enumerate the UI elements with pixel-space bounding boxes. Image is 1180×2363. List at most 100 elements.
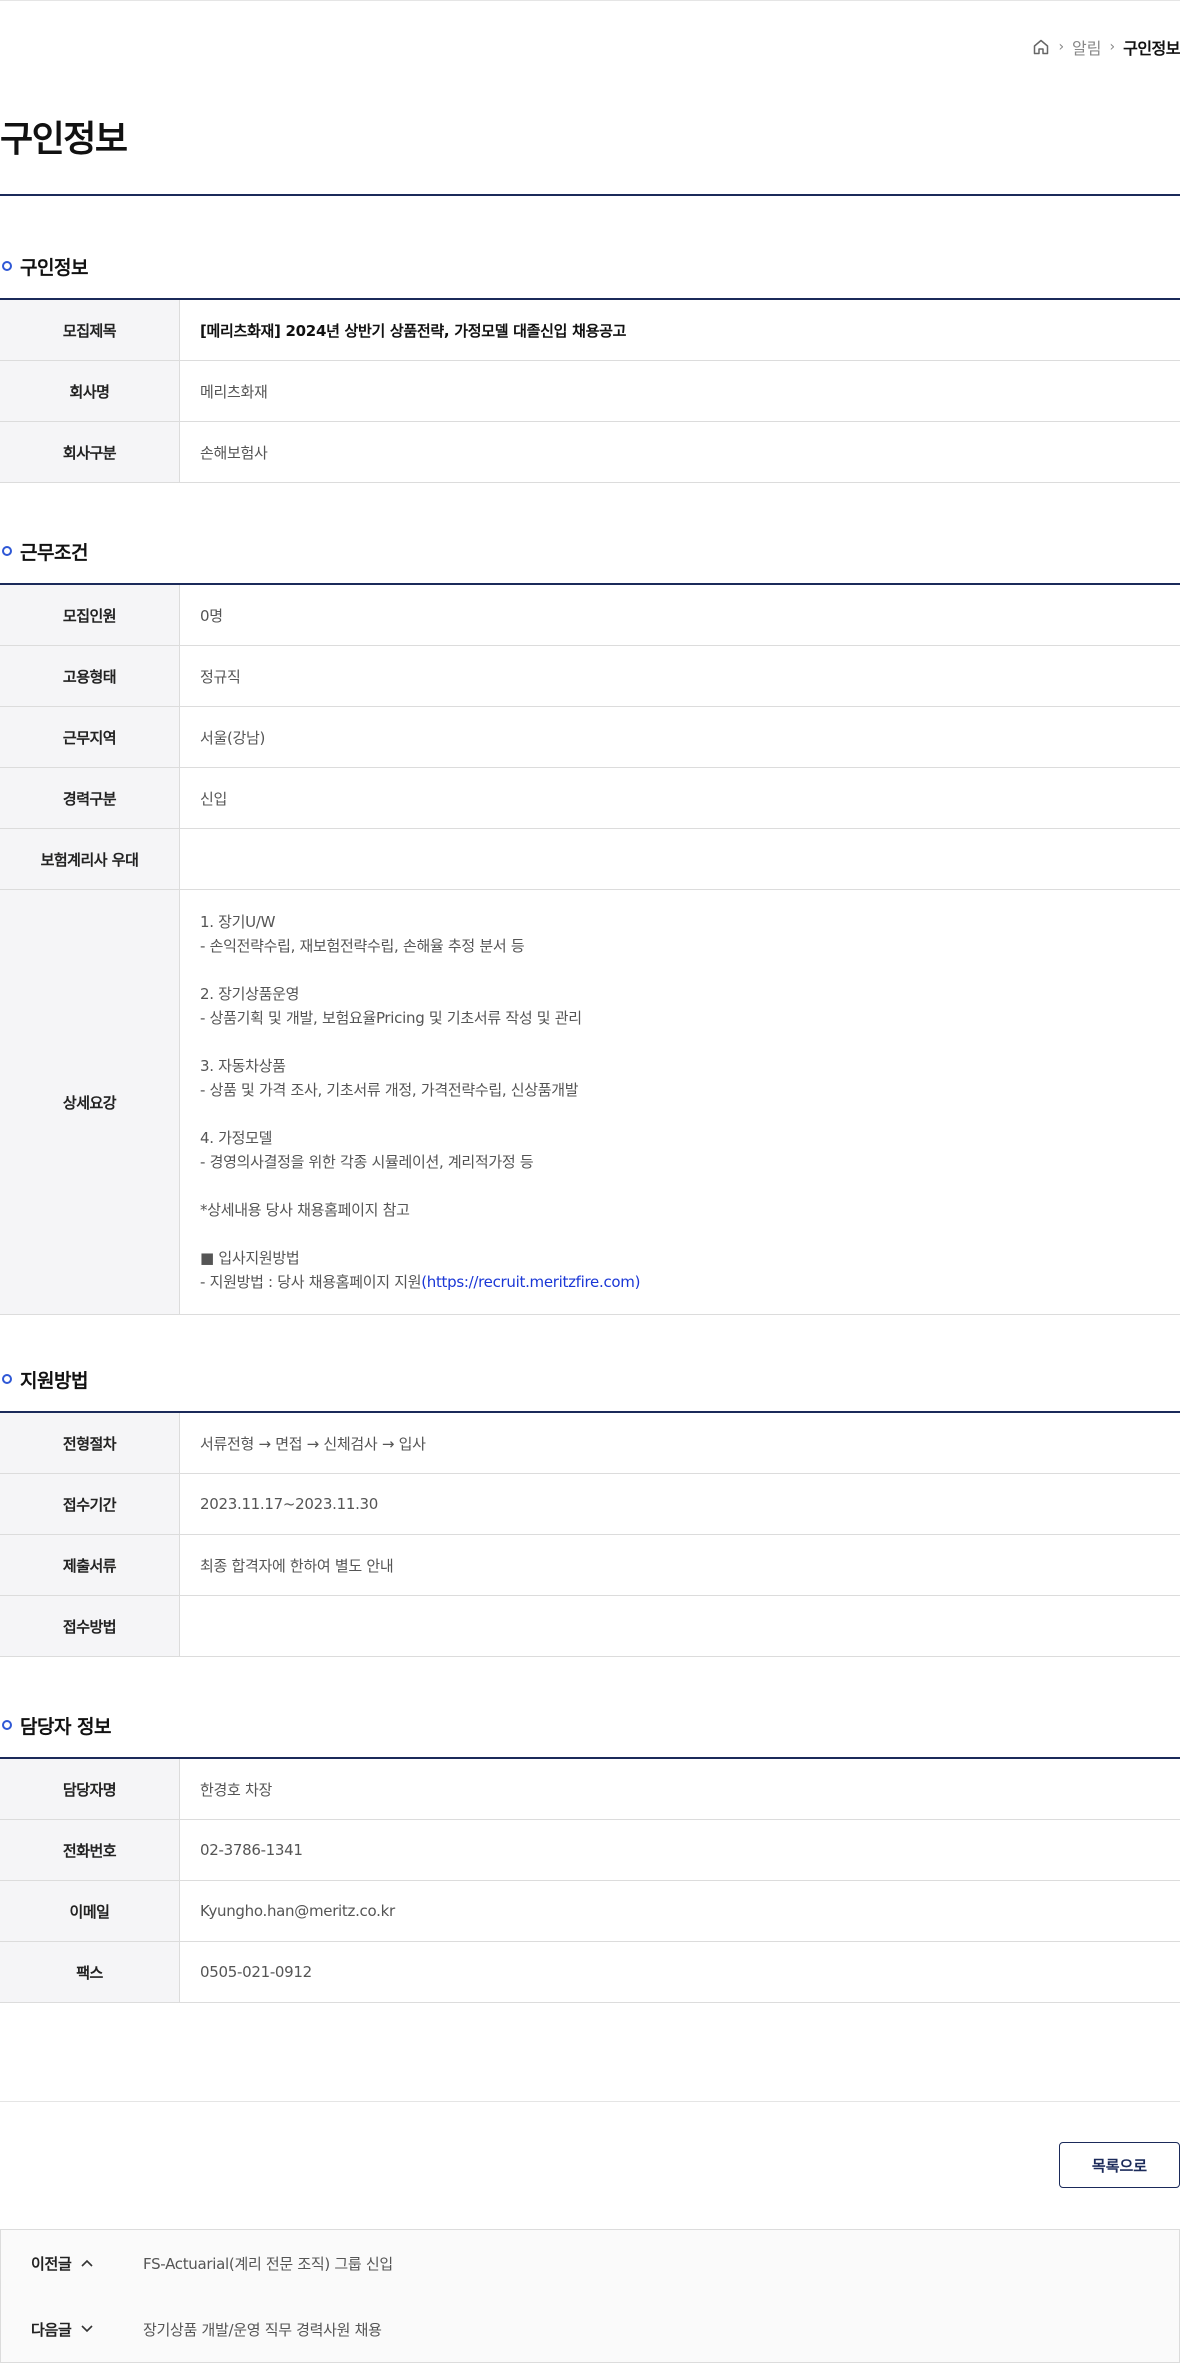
recruit-site-link[interactable]: (https://recruit.meritzfire.com) (421, 1273, 640, 1291)
table-row: 보험계리사 우대 (0, 829, 1180, 890)
row-label: 보험계리사 우대 (0, 829, 180, 889)
row-value: 한경호 차장 (200, 1780, 272, 1799)
section-header: 지원방법 (0, 1347, 1180, 1411)
bullet-circle-icon (2, 546, 12, 556)
post-navigation: 이전글 FS-Actuarial(계리 전문 조직) 그룹 신입 다음글 장기상… (0, 2229, 1180, 2363)
row-value: 서울(강남) (200, 728, 266, 747)
row-label: 회사구분 (0, 422, 180, 482)
table-row: 고용형태 정규직 (0, 646, 1180, 707)
detail-line: ■ 입사지원방법 (200, 1249, 300, 1267)
table-row: 이메일 Kyungho.han@meritz.co.kr (0, 1881, 1180, 1942)
detail-line: *상세내용 당사 채용홈페이지 참고 (200, 1201, 410, 1219)
row-value: 2023.11.17~2023.11.30 (200, 1495, 379, 1513)
row-value: 서류전형 → 면접 → 신체검사 → 입사 (200, 1434, 426, 1453)
back-to-list-button[interactable]: 목록으로 (1059, 2142, 1180, 2188)
row-label: 제출서류 (0, 1535, 180, 1595)
row-value: 신입 (200, 789, 228, 808)
detail-line: 2. 장기상품운영 (200, 985, 300, 1003)
prev-post-title[interactable]: FS-Actuarial(계리 전문 조직) 그룹 신입 (143, 2253, 393, 2274)
chevron-down-icon (80, 2325, 93, 2333)
prev-post-label: 이전글 (31, 2253, 143, 2274)
section-contact-info: 담당자 정보 담당자명 한경호 차장 전화번호 02-3786-1341 이메일… (0, 1693, 1180, 2003)
row-label: 이메일 (0, 1881, 180, 1941)
detail-content: 1. 장기U/W - 손익전략수립, 재보험전략수립, 손해율 추정 분서 등 … (180, 890, 1180, 1314)
detail-line (200, 958, 1160, 982)
bullet-circle-icon (2, 1720, 12, 1730)
table-row: 경력구분 신입 (0, 768, 1180, 829)
detail-line: 4. 가정모델 (200, 1129, 273, 1147)
title-divider (0, 194, 1180, 196)
detail-line (200, 1030, 1160, 1054)
table-row: 회사명 메리츠화재 (0, 361, 1180, 422)
table-row: 근무지역 서울(강남) (0, 707, 1180, 768)
home-icon[interactable] (1032, 38, 1050, 56)
chevron-right-icon: › (1058, 39, 1065, 55)
table-row: 모집인원 0명 (0, 585, 1180, 646)
row-value: 02-3786-1341 (200, 1841, 303, 1859)
table-row: 팩스 0505-021-0912 (0, 1942, 1180, 2003)
table-row: 전화번호 02-3786-1341 (0, 1820, 1180, 1881)
row-label: 회사명 (0, 361, 180, 421)
detail-line: - 손익전략수립, 재보험전략수립, 손해율 추정 분서 등 (200, 937, 525, 955)
detail-line (200, 1174, 1160, 1198)
next-post-title[interactable]: 장기상품 개발/운영 직무 경력사원 채용 (143, 2319, 382, 2340)
row-label: 전형절차 (0, 1413, 180, 1473)
detail-line: 1. 장기U/W (200, 913, 276, 931)
section-recruit-info: 구인정보 모집제목 [메리츠화재] 2024년 상반기 상품전략, 가정모델 대… (0, 234, 1180, 483)
section-title: 지원방법 (20, 1369, 88, 1392)
table-row-details: 상세요강 1. 장기U/W - 손익전략수립, 재보험전략수립, 손해율 추정 … (0, 890, 1180, 1315)
row-value: 정규직 (200, 667, 241, 686)
footer-divider (0, 2101, 1180, 2102)
section-header: 담당자 정보 (0, 1693, 1180, 1757)
row-value: 0505-021-0912 (200, 1963, 312, 1981)
row-value: 메리츠화재 (200, 382, 268, 401)
detail-line: - 경영의사결정을 위한 각종 시뮬레이션, 계리적가정 등 (200, 1153, 534, 1171)
bullet-circle-icon (2, 261, 12, 271)
row-label: 전화번호 (0, 1820, 180, 1880)
table-row: 접수기간 2023.11.17~2023.11.30 (0, 1474, 1180, 1535)
next-label-text: 다음글 (31, 2320, 72, 2339)
application-table: 전형절차 서류전형 → 면접 → 신체검사 → 입사 접수기간 2023.11.… (0, 1411, 1180, 1657)
table-row: 전형절차 서류전형 → 면접 → 신체검사 → 입사 (0, 1413, 1180, 1474)
row-value: [메리츠화재] 2024년 상반기 상품전략, 가정모델 대졸신입 채용공고 (200, 321, 627, 340)
table-row: 모집제목 [메리츠화재] 2024년 상반기 상품전략, 가정모델 대졸신입 채… (0, 300, 1180, 361)
detail-line (200, 1222, 1160, 1246)
breadcrumb: › 알림 › 구인정보 (1032, 36, 1180, 58)
apply-method-text: - 지원방법 : 당사 채용홈페이지 지원 (200, 1273, 422, 1291)
prev-post-row[interactable]: 이전글 FS-Actuarial(계리 전문 조직) 그룹 신입 (1, 2230, 1179, 2296)
table-row: 회사구분 손해보험사 (0, 422, 1180, 483)
detail-line: - 상품기획 및 개발, 보험요율Pricing 및 기초서류 작성 및 관리 (200, 1009, 582, 1027)
row-label: 고용형태 (0, 646, 180, 706)
row-value: 0명 (200, 606, 223, 625)
contact-info-table: 담당자명 한경호 차장 전화번호 02-3786-1341 이메일 Kyungh… (0, 1757, 1180, 2003)
page-title: 구인정보 (0, 119, 128, 160)
row-label: 모집인원 (0, 585, 180, 645)
row-value (180, 829, 1180, 889)
chevron-up-icon (80, 2259, 93, 2267)
row-value: 손해보험사 (200, 443, 268, 462)
top-border (0, 0, 1180, 1)
bullet-circle-icon (2, 1374, 12, 1384)
table-row: 제출서류 최종 합격자에 한하여 별도 안내 (0, 1535, 1180, 1596)
section-title: 담당자 정보 (20, 1715, 112, 1738)
row-label: 담당자명 (0, 1759, 180, 1819)
prev-label-text: 이전글 (31, 2254, 72, 2273)
row-label: 접수기간 (0, 1474, 180, 1534)
row-label: 팩스 (0, 1942, 180, 2002)
chevron-right-icon: › (1109, 39, 1116, 55)
row-label: 모집제목 (0, 300, 180, 360)
detail-apply-line: - 지원방법 : 당사 채용홈페이지 지원(https://recruit.me… (200, 1270, 1160, 1294)
section-title: 구인정보 (20, 256, 88, 279)
section-title: 근무조건 (20, 541, 88, 564)
detail-line: 3. 자동차상품 (200, 1057, 286, 1075)
breadcrumb-item-notice[interactable]: 알림 (1072, 35, 1101, 59)
next-post-label: 다음글 (31, 2319, 143, 2340)
table-row: 담당자명 한경호 차장 (0, 1759, 1180, 1820)
work-conditions-table: 모집인원 0명 고용형태 정규직 근무지역 서울(강남) 경력구분 신입 보험계… (0, 583, 1180, 1315)
recruit-info-table: 모집제목 [메리츠화재] 2024년 상반기 상품전략, 가정모델 대졸신입 채… (0, 298, 1180, 483)
table-row: 접수방법 (0, 1596, 1180, 1657)
next-post-row[interactable]: 다음글 장기상품 개발/운영 직무 경력사원 채용 (1, 2296, 1179, 2362)
row-label: 근무지역 (0, 707, 180, 767)
row-value: Kyungho.han@meritz.co.kr (200, 1902, 395, 1920)
row-label: 경력구분 (0, 768, 180, 828)
